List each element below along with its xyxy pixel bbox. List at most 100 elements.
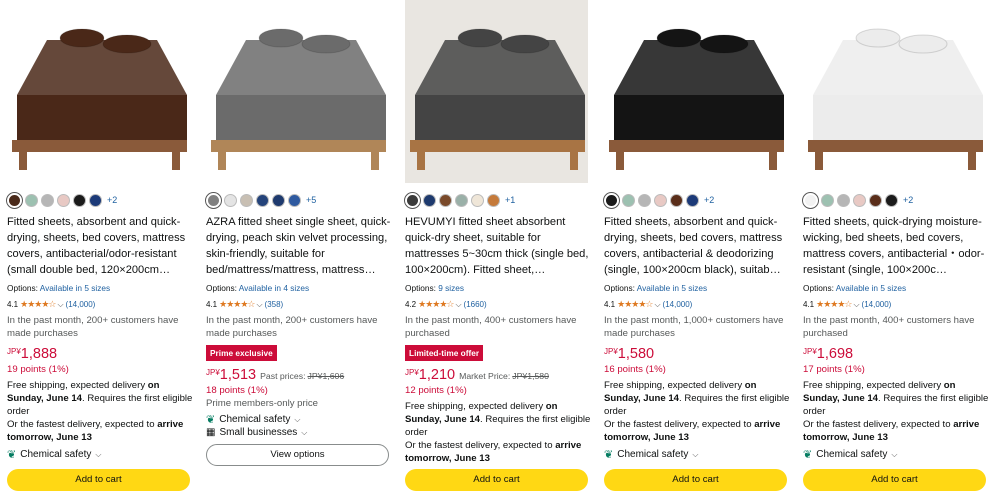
chemical-safety-badge[interactable]: ❦ Chemical safety ⌵	[206, 413, 396, 426]
product-image-container[interactable]	[405, 0, 588, 183]
product-title[interactable]: HEVUMYI fitted sheet absorbent quick-dry…	[405, 214, 595, 278]
options-link[interactable]: Available in 5 sizes	[836, 283, 906, 293]
price-currency: JP¥	[7, 347, 21, 356]
color-swatch[interactable]	[622, 193, 635, 207]
color-swatch[interactable]	[654, 193, 667, 207]
product-image[interactable]	[7, 0, 190, 183]
price-amount[interactable]: 1,888	[21, 346, 57, 362]
star-icons[interactable]: ★★★★☆	[816, 299, 852, 310]
feature-label: Chemical safety	[20, 449, 92, 460]
product-image-container[interactable]	[7, 0, 190, 183]
options-link[interactable]: Available in 4 sizes	[239, 283, 309, 293]
color-swatch[interactable]	[41, 193, 54, 207]
review-count-link[interactable]: (14,000)	[862, 300, 892, 309]
product-card: +2 Fitted sheets, quick-drying moisture-w…	[803, 0, 993, 501]
delivery-info: Free shipping, expected delivery on Sund…	[604, 379, 794, 418]
product-title[interactable]: AZRA fitted sheet single sheet, quick-dr…	[206, 214, 396, 278]
product-image[interactable]	[604, 0, 787, 183]
price-amount[interactable]: 1,580	[618, 346, 654, 362]
add-to-cart-button[interactable]: Add to cart	[803, 469, 986, 491]
color-swatch[interactable]	[821, 193, 834, 207]
color-swatch[interactable]	[439, 193, 452, 207]
star-icons[interactable]: ★★★★☆	[219, 299, 255, 310]
color-swatch[interactable]	[885, 193, 898, 207]
more-colors-link[interactable]: +5	[306, 195, 316, 205]
color-swatch[interactable]	[837, 193, 850, 207]
review-count-link[interactable]: (14,000)	[663, 300, 693, 309]
color-swatch[interactable]	[853, 193, 866, 207]
options-link[interactable]: Available in 5 sizes	[40, 283, 110, 293]
color-swatch[interactable]	[57, 193, 70, 207]
review-count-link[interactable]: (1660)	[464, 300, 487, 309]
color-swatch[interactable]	[455, 193, 468, 207]
color-swatch[interactable]	[89, 193, 102, 207]
add-to-cart-button[interactable]: Add to cart	[7, 469, 190, 491]
more-colors-link[interactable]: +2	[903, 195, 913, 205]
color-swatch[interactable]	[670, 193, 683, 207]
reference-price: Past prices: JP¥1,606	[260, 371, 344, 381]
review-count-link[interactable]: (358)	[265, 300, 284, 309]
more-colors-link[interactable]: +2	[704, 195, 714, 205]
options-link[interactable]: Available in 5 sizes	[637, 283, 707, 293]
rating-row: 4.1 ★★★★☆ ⌵ (14,000)	[803, 299, 993, 310]
color-swatch[interactable]	[471, 193, 484, 207]
product-image[interactable]	[206, 0, 389, 183]
color-swatch[interactable]	[224, 193, 237, 207]
product-title[interactable]: Fitted sheets, absorbent and quick-dryin…	[7, 214, 197, 278]
more-colors-link[interactable]: +2	[107, 195, 117, 205]
fastest-delivery-info: Or the fastest delivery, expected to arr…	[803, 418, 993, 444]
color-swatch[interactable]	[206, 192, 221, 208]
color-swatch[interactable]	[803, 192, 818, 208]
options-label: Options:	[405, 283, 439, 293]
view-options-button[interactable]: View options	[206, 444, 389, 466]
color-swatch[interactable]	[7, 192, 22, 208]
chevron-down-icon[interactable]: ⌵	[455, 300, 461, 310]
color-swatch[interactable]	[256, 193, 269, 207]
product-image-container[interactable]	[803, 0, 986, 183]
color-swatch[interactable]	[25, 193, 38, 207]
reference-price-label: Past prices:	[260, 371, 306, 381]
color-swatch[interactable]	[288, 193, 301, 207]
chevron-down-icon: ⌵	[301, 427, 308, 437]
more-colors-link[interactable]: +1	[505, 195, 515, 205]
color-swatch[interactable]	[604, 192, 619, 208]
product-image[interactable]	[405, 0, 588, 183]
chevron-down-icon[interactable]: ⌵	[57, 300, 63, 310]
star-icons[interactable]: ★★★★☆	[418, 299, 454, 310]
product-title[interactable]: Fitted sheets, absorbent and quick-dryin…	[604, 214, 794, 278]
add-to-cart-button[interactable]: Add to cart	[405, 469, 588, 491]
color-swatch[interactable]	[272, 193, 285, 207]
chemical-safety-badge[interactable]: ❦ Chemical safety ⌵	[604, 448, 794, 461]
star-icons[interactable]: ★★★★☆	[617, 299, 653, 310]
deal-badge: Limited-time offer	[405, 345, 484, 361]
price-row: JP¥ 1,210 Market Price: JP¥1,580	[405, 367, 595, 383]
review-count-link[interactable]: (14,000)	[66, 300, 96, 309]
price-amount[interactable]: 1,210	[419, 367, 455, 383]
add-to-cart-button[interactable]: Add to cart	[604, 469, 787, 491]
price-amount[interactable]: 1,698	[817, 346, 853, 362]
product-image-container[interactable]	[604, 0, 787, 183]
color-swatch[interactable]	[487, 193, 500, 207]
delivery-text: Free shipping, expected delivery	[803, 380, 944, 391]
chevron-down-icon[interactable]: ⌵	[256, 300, 262, 310]
product-title[interactable]: Fitted sheets, quick-drying moisture-wic…	[803, 214, 993, 278]
small-business-badge[interactable]: ▦ Small businesses ⌵	[206, 427, 396, 438]
chemical-safety-badge[interactable]: ❦ Chemical safety ⌵	[7, 448, 197, 461]
color-swatch[interactable]	[869, 193, 882, 207]
color-swatch[interactable]	[686, 193, 699, 207]
star-icons[interactable]: ★★★★☆	[20, 299, 56, 310]
product-image[interactable]	[803, 0, 986, 183]
color-swatch[interactable]	[423, 193, 436, 207]
options-link[interactable]: 9 sizes	[438, 283, 464, 293]
product-image-container[interactable]	[206, 0, 389, 183]
chemical-safety-badge[interactable]: ❦ Chemical safety ⌵	[803, 448, 993, 461]
options-label: Options:	[7, 283, 40, 293]
color-swatch[interactable]	[240, 193, 253, 207]
rating-value: 4.1	[206, 300, 218, 309]
price-amount[interactable]: 1,513	[220, 367, 256, 383]
color-swatch[interactable]	[405, 192, 420, 208]
color-swatch[interactable]	[73, 193, 86, 207]
color-swatch[interactable]	[638, 193, 651, 207]
chevron-down-icon[interactable]: ⌵	[853, 300, 859, 310]
chevron-down-icon[interactable]: ⌵	[654, 300, 660, 310]
